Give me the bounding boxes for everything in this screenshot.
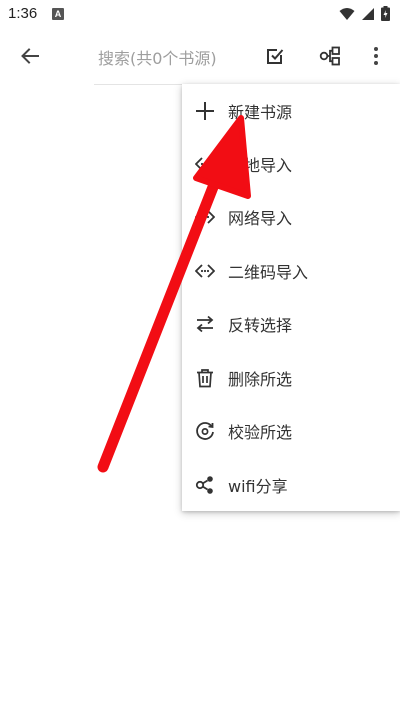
- more-button[interactable]: [360, 42, 392, 74]
- menu-item-network-import[interactable]: 网络导入: [182, 190, 400, 243]
- verify-icon: [194, 420, 216, 442]
- menu-item-label: 校验所选: [228, 422, 293, 442]
- share-icon: [194, 474, 216, 496]
- app-screen: 1:36 A 搜索(共0个书源) 新建书源 本地导入 网络导入 二维码导入 反转…: [0, 0, 400, 710]
- wifi-icon: [339, 6, 355, 25]
- menu-item-new-source[interactable]: 新建书源: [182, 84, 400, 137]
- overflow-menu: 新建书源 本地导入 网络导入 二维码导入 反转选择 删除所选 校验所选 wifi…: [182, 84, 400, 511]
- menu-item-label: 本地导入: [228, 155, 293, 175]
- battery-icon: [381, 6, 390, 25]
- status-bar: 1:36 A: [0, 0, 400, 30]
- menu-item-label: 二维码导入: [228, 262, 309, 282]
- menu-item-delete-selected[interactable]: 删除所选: [182, 351, 400, 404]
- swap-icon: [194, 313, 216, 335]
- menu-item-label: wifi分享: [228, 476, 288, 496]
- signal-icon: [361, 6, 375, 25]
- import-icon: [194, 206, 216, 228]
- menu-item-label: 反转选择: [228, 315, 293, 335]
- menu-item-wifi-share[interactable]: wifi分享: [182, 458, 400, 511]
- import-icon: [194, 260, 216, 282]
- select-check-icon: [265, 46, 285, 70]
- menu-item-label: 网络导入: [228, 208, 293, 228]
- status-icons: [339, 6, 390, 25]
- menu-item-verify-selected[interactable]: 校验所选: [182, 404, 400, 457]
- menu-item-label: 删除所选: [228, 369, 293, 389]
- arrow-left-icon: [20, 46, 40, 70]
- menu-item-label: 新建书源: [228, 102, 293, 122]
- group-icon: [319, 46, 341, 70]
- more-vert-icon: [373, 46, 379, 70]
- plus-icon: [194, 100, 216, 122]
- search-field[interactable]: [94, 42, 262, 74]
- status-time: 1:36: [8, 5, 38, 22]
- select-button[interactable]: [259, 42, 291, 74]
- back-button[interactable]: [14, 42, 46, 74]
- menu-item-qrcode-import[interactable]: 二维码导入: [182, 244, 400, 297]
- group-button[interactable]: [314, 42, 346, 74]
- notification-a-icon: A: [52, 8, 64, 20]
- toolbar: [0, 30, 400, 86]
- trash-icon: [194, 367, 216, 389]
- search-input[interactable]: [94, 42, 262, 74]
- import-icon: [194, 153, 216, 175]
- menu-item-invert-selection[interactable]: 反转选择: [182, 297, 400, 350]
- menu-item-local-import[interactable]: 本地导入: [182, 137, 400, 190]
